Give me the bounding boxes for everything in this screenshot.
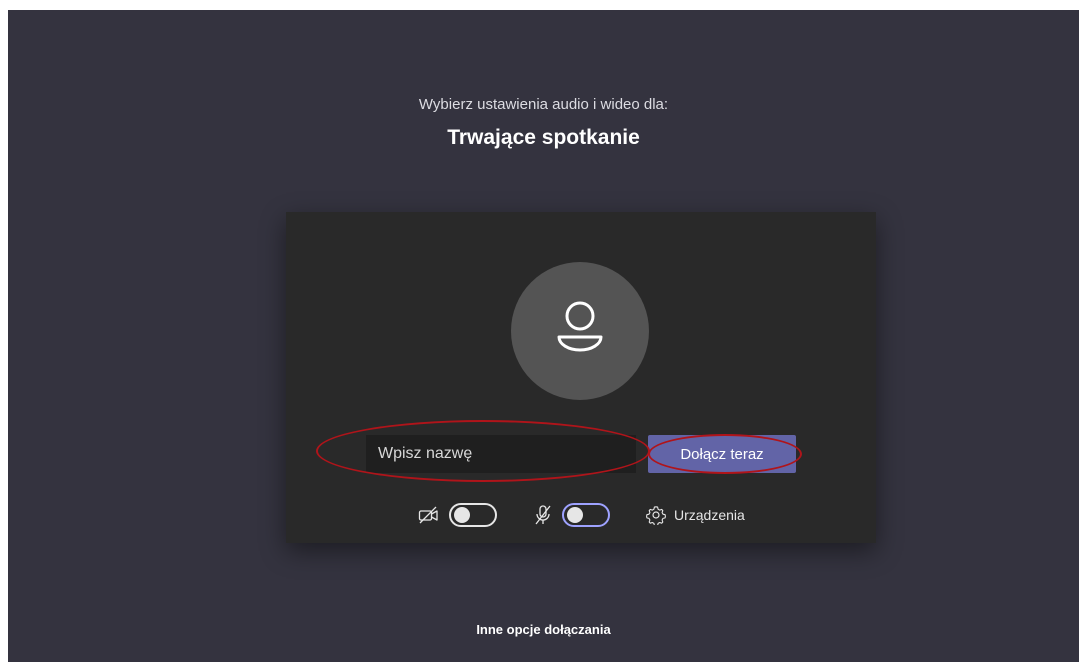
devices-button[interactable]: Urządzenia	[646, 503, 745, 527]
camera-off-icon	[418, 506, 438, 524]
name-input[interactable]	[366, 435, 636, 473]
prejoin-card: Dołącz teraz	[286, 212, 876, 543]
meeting-title: Trwające spotkanie	[447, 126, 640, 149]
gear-icon	[646, 506, 666, 525]
media-controls: Urządzenia	[286, 502, 876, 532]
mic-off-icon	[535, 505, 551, 525]
other-join-options-link[interactable]: Inne opcje dołączania	[8, 622, 1079, 637]
prejoin-subtitle: Wybierz ustawienia audio i wideo dla:	[418, 96, 669, 113]
camera-toggle-knob	[454, 507, 470, 523]
join-now-button[interactable]: Dołącz teraz	[648, 435, 796, 473]
microphone-toggle-knob	[567, 507, 583, 523]
person-icon	[557, 301, 603, 352]
prejoin-screen: Wybierz ustawienia audio i wideo dla: Tr…	[8, 10, 1079, 662]
camera-toggle[interactable]	[449, 503, 497, 527]
avatar	[511, 262, 649, 400]
devices-label: Urządzenia	[674, 507, 745, 523]
microphone-toggle[interactable]	[562, 503, 610, 527]
